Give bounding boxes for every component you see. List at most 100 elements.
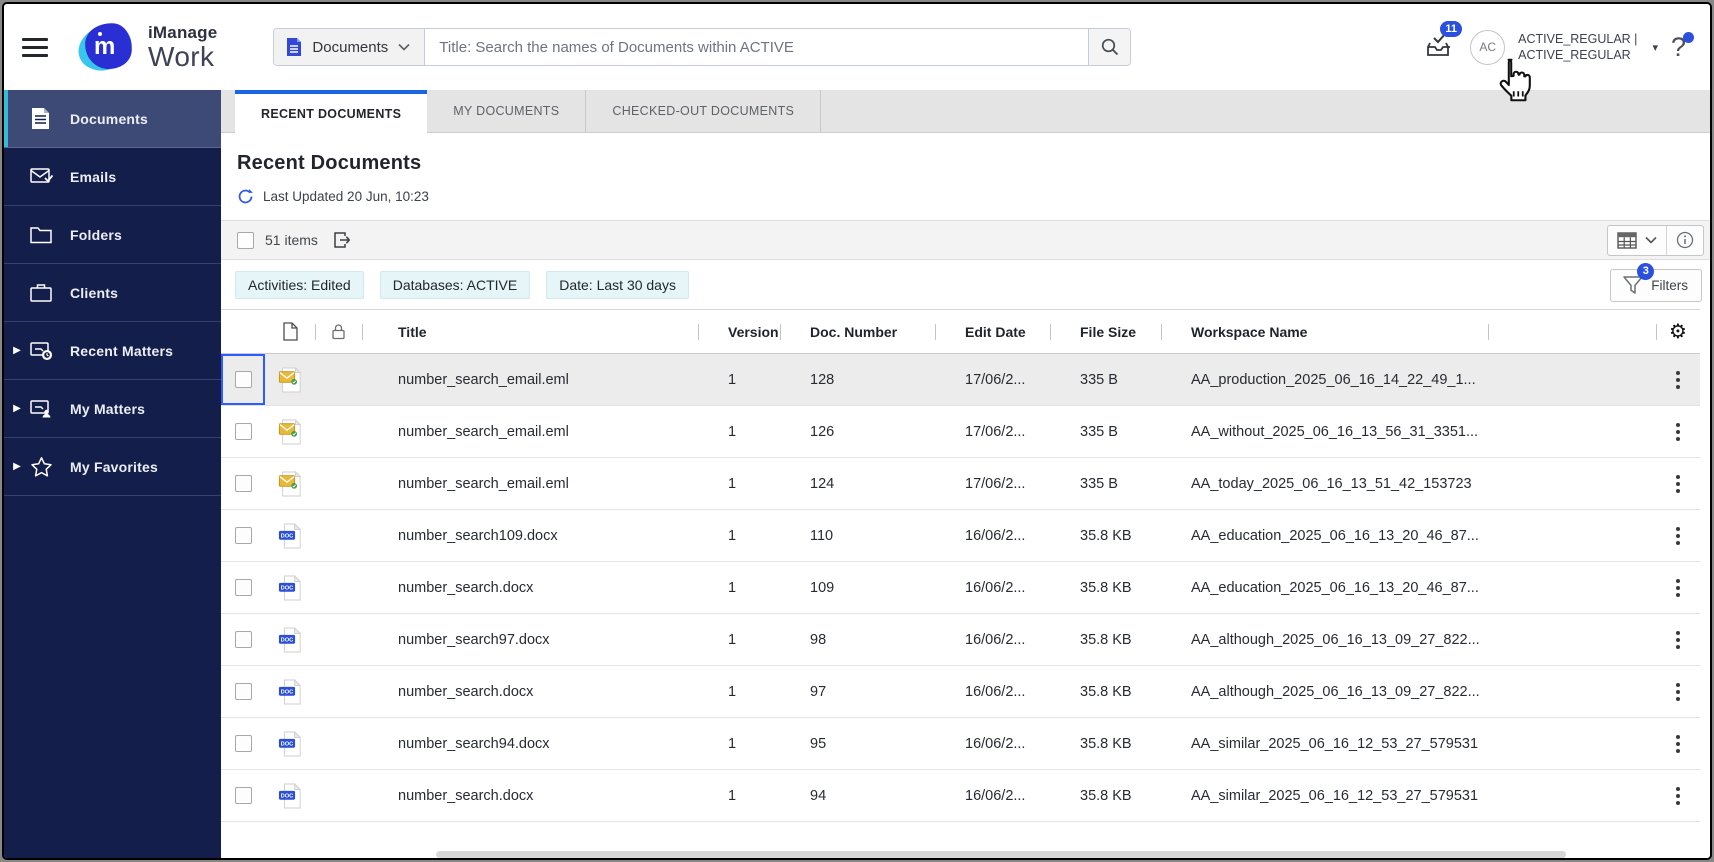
gear-icon[interactable]: ⚙ [1669,322,1687,342]
cell-doc-number: 97 [810,683,827,700]
filter-chip[interactable]: Databases: ACTIVE [379,271,531,299]
row-actions-kebab-icon[interactable] [1656,630,1700,649]
expand-chevron-icon[interactable]: ▶ [4,403,30,414]
row-actions-kebab-icon[interactable] [1656,526,1700,545]
cell-title[interactable]: number_search109.docx [362,528,698,544]
cell-file-size: 35.8 KB [1080,527,1132,544]
table-row[interactable]: number_search_email.eml 1 124 17/06/2...… [221,458,1700,510]
row-actions-kebab-icon[interactable] [1656,786,1700,805]
user-avatar[interactable]: AC [1470,29,1506,65]
row-checkbox[interactable] [234,787,252,804]
row-checkbox[interactable] [234,371,252,388]
column-settings: ⚙ [1656,310,1700,353]
column-file-size[interactable]: File Size [1050,310,1161,353]
row-checkbox[interactable] [234,475,252,492]
cell-edit-date: 17/06/2... [965,371,1026,388]
row-checkbox[interactable] [234,423,252,440]
table-row[interactable]: DOC number_search.docx 1 94 16/06/2... 3… [221,770,1700,822]
column-doc-number[interactable]: Doc. Number [780,310,935,353]
search-scope-label: Documents [312,38,389,56]
filter-chip[interactable]: Date: Last 30 days [546,271,689,299]
row-checkbox[interactable] [234,527,252,544]
table-row[interactable]: DOC number_search.docx 1 97 16/06/2... 3… [221,666,1700,718]
row-actions-kebab-icon[interactable] [1656,370,1700,389]
recent-matters-icon [30,339,54,363]
notifications-button[interactable]: 11 [1423,21,1463,64]
help-notification-dot [1683,31,1694,43]
view-options-group [1607,224,1704,256]
doc-file-icon: DOC [265,782,315,810]
export-icon[interactable] [332,230,352,250]
column-workspace-name[interactable]: Workspace Name [1161,310,1488,353]
table-row[interactable]: DOC number_search.docx 1 109 16/06/2... … [221,562,1700,614]
hamburger-menu-icon[interactable] [22,37,48,57]
filter-chip[interactable]: Activities: Edited [235,271,364,299]
sidebar-item-clients[interactable]: ▶ Clients [4,264,221,322]
row-actions-kebab-icon[interactable] [1656,474,1700,493]
app-window: m iManage Work Documents Title: Search t… [2,2,1712,860]
table-row[interactable]: number_search_email.eml 1 126 17/06/2...… [221,406,1700,458]
search-button[interactable] [1088,29,1131,65]
cell-title[interactable]: number_search.docx [362,580,698,596]
cell-title[interactable]: number_search97.docx [362,632,698,648]
cell-title[interactable]: number_search_email.eml [362,424,698,440]
email-file-icon [265,418,315,446]
header-select-column [221,310,265,353]
expand-chevron-icon[interactable]: ▶ [4,461,30,472]
column-title[interactable]: Title [362,310,698,353]
row-checkbox[interactable] [234,683,252,700]
tab-recent-documents[interactable]: RECENT DOCUMENTS [235,90,428,133]
table-row[interactable]: DOC number_search109.docx 1 110 16/06/2.… [221,510,1700,562]
row-checkbox[interactable] [234,631,252,648]
search-input[interactable] [425,29,1089,65]
search-scope-dropdown[interactable]: Documents [274,29,426,65]
row-checkbox[interactable] [234,579,252,596]
row-actions-kebab-icon[interactable] [1656,578,1700,597]
filters-button[interactable]: 3 Filters [1610,262,1702,302]
user-name: ACTIVE_REGULAR | ACTIVE_REGULAR [1518,32,1638,62]
row-actions-kebab-icon[interactable] [1656,682,1700,701]
table-row[interactable]: DOC number_search94.docx 1 95 16/06/2...… [221,718,1700,770]
horizontal-scrollbar-thumb[interactable] [436,851,1566,858]
sidebar-item-my-matters[interactable]: ▶ My Matters [4,380,221,438]
info-button[interactable] [1666,225,1703,255]
row-actions-kebab-icon[interactable] [1656,422,1700,441]
help-button[interactable]: ? [1671,31,1694,63]
cell-file-size: 35.8 KB [1080,787,1132,804]
cell-title[interactable]: number_search_email.eml [362,372,698,388]
lock-column-icon [315,310,362,353]
cell-workspace: AA_education_2025_06_16_13_20_46_87... [1191,527,1479,544]
column-version[interactable]: Version [698,310,780,353]
tab-checked-out-documents[interactable]: CHECKED-OUT DOCUMENTS [586,90,822,132]
sidebar-item-label: Clients [70,284,119,301]
sidebar-item-folders[interactable]: ▶ Folders [4,206,221,264]
sidebar-item-emails[interactable]: ▶ Emails [4,148,221,206]
sidebar-item-documents[interactable]: ▶ Documents [4,90,221,148]
expand-chevron-icon[interactable]: ▶ [4,345,30,356]
sidebar-item-recent-matters[interactable]: ▶ Recent Matters [4,322,221,380]
cell-file-size: 335 B [1080,371,1118,388]
cell-title[interactable]: number_search_email.eml [362,476,698,492]
row-select-cell [221,718,265,769]
table-row[interactable]: DOC number_search97.docx 1 98 16/06/2...… [221,614,1700,666]
cell-title[interactable]: number_search.docx [362,788,698,804]
doc-file-icon: DOC [265,522,315,550]
column-edit-date[interactable]: Edit Date [935,310,1050,353]
row-checkbox[interactable] [234,735,252,752]
column-spare [1488,310,1656,353]
table-row[interactable]: number_search_email.eml 1 128 17/06/2...… [221,354,1700,406]
select-all-checkbox[interactable] [237,231,254,249]
cell-doc-number: 124 [810,475,835,492]
sidebar-item-my-favorites[interactable]: ▶ My Favorites [4,438,221,496]
table-view-button[interactable] [1608,226,1666,255]
cell-title[interactable]: number_search.docx [362,684,698,700]
doc-file-icon: DOC [265,574,315,602]
row-actions-kebab-icon[interactable] [1656,734,1700,753]
last-updated-row: Last Updated 20 Jun, 10:23 [237,188,1710,205]
documents-table: Title Version Doc. Number Edit Date File… [221,309,1700,822]
user-menu-caret-icon[interactable]: ▾ [1652,41,1658,54]
cell-title[interactable]: number_search94.docx [362,736,698,752]
refresh-icon[interactable] [237,188,254,205]
tab-my-documents[interactable]: MY DOCUMENTS [427,90,587,132]
cell-doc-number: 109 [810,579,835,596]
